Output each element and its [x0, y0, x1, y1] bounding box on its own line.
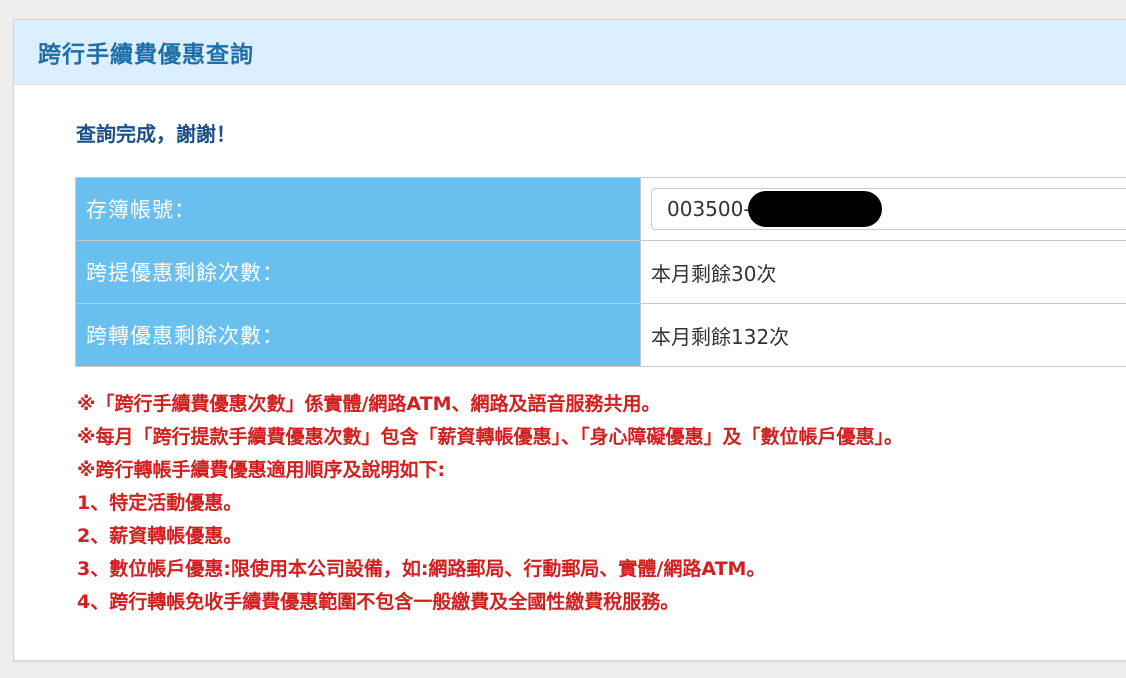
transfer-remaining-value: 本月剩餘132次: [640, 303, 1126, 367]
redaction-mask: [748, 191, 882, 227]
transfer-remaining-label: 跨轉優惠剩餘次數：: [75, 303, 641, 367]
query-panel: 跨行手續費優惠查詢 查詢完成，謝謝！ 存簿帳號： 003500-7 跨提優惠剩餘…: [13, 19, 1126, 661]
status-message: 查詢完成，謝謝！: [76, 122, 236, 146]
account-cell: 003500-7: [640, 177, 1126, 241]
note-line: 4、跨行轉帳免收手續費優惠範圍不包含一般繳費及全國性繳費稅服務。: [77, 591, 680, 613]
withdraw-remaining-value: 本月剩餘30次: [640, 240, 1126, 304]
info-table: 存簿帳號： 003500-7 跨提優惠剩餘次數： 本月剩餘30次 跨轉優惠剩餘次…: [75, 177, 1126, 367]
account-label: 存簿帳號：: [75, 177, 641, 241]
table-row: 跨轉優惠剩餘次數： 本月剩餘132次: [75, 303, 1126, 367]
note-line: ※跨行轉帳手續費優惠適用順序及說明如下:: [77, 459, 446, 481]
note-line: ※每月「跨行提款手續費優惠次數」包含「薪資轉帳優惠」、「身心障礙優惠」及「數位帳…: [77, 426, 903, 448]
note-line: 2、薪資轉帳優惠。: [77, 525, 243, 547]
panel-header: 跨行手續費優惠查詢: [14, 20, 1126, 85]
withdraw-remaining-label: 跨提優惠剩餘次數：: [75, 240, 641, 304]
note-line: 1、特定活動優惠。: [77, 492, 243, 514]
notes: ※「跨行手續費優惠次數」係實體/網路ATM、網路及語音服務共用。 ※每月「跨行提…: [77, 388, 903, 619]
page-title: 跨行手續費優惠查詢: [38, 42, 254, 68]
note-line: ※「跨行手續費優惠次數」係實體/網路ATM、網路及語音服務共用。: [77, 393, 661, 415]
table-row: 存簿帳號： 003500-7: [75, 177, 1126, 241]
note-line: 3、數位帳戶優惠:限使用本公司設備，如:網路郵局、行動郵局、實體/網路ATM。: [77, 558, 766, 580]
table-row: 跨提優惠剩餘次數： 本月剩餘30次: [75, 240, 1126, 304]
account-number-field: 003500-7: [651, 188, 1126, 230]
